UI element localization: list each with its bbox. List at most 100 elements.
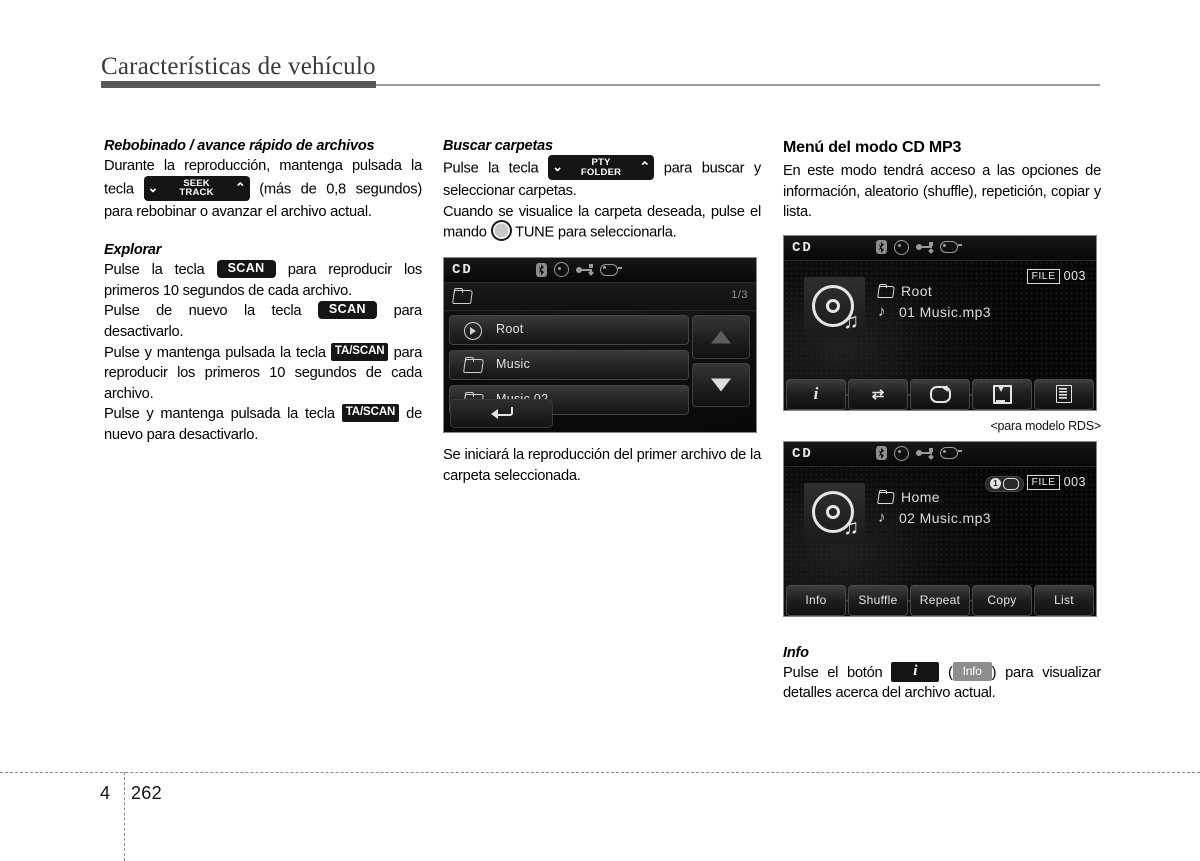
heading-explorar: Explorar: [104, 242, 162, 259]
scan-key[interactable]: SCAN: [216, 260, 276, 279]
folder-icon: [453, 288, 473, 303]
info-soft-key[interactable]: Info: [952, 662, 992, 682]
ta-scan-key[interactable]: TA/SCAN: [330, 342, 389, 361]
repeat-icon: [1003, 477, 1019, 490]
scrollbar[interactable]: [692, 315, 750, 411]
copy-icon: [992, 384, 1012, 404]
folder-line: Home: [878, 489, 991, 505]
paren-open: (: [947, 664, 953, 681]
info-button[interactable]: Info: [786, 584, 846, 616]
copy-button[interactable]: [972, 378, 1032, 410]
repeat-button[interactable]: [910, 378, 970, 410]
pty-key-line2: FOLDER: [580, 166, 622, 178]
shuffle-icon: ⇄: [871, 386, 885, 404]
column-middle: Buscar carpetas Pulse la tecla ⌄ PTY FOL…: [443, 138, 761, 486]
paragraph-menu-intro: En este modo tendrá acceso a las opcione…: [783, 163, 1101, 221]
cd-player-body: FILE 003 ♫ Root ♪ 01 Music.mp3 i ⇄: [784, 260, 1096, 410]
column-right: Menú del modo CD MP3 En este modo tendrá…: [783, 138, 1101, 704]
folder-name: Root: [901, 282, 933, 299]
paragraph-scan-2: Pulse de nuevo la tecla SCAN para desact…: [104, 301, 422, 342]
list-item[interactable]: Root: [449, 315, 689, 346]
cd-player-body: 1 FILE 003 ♫ Home ♪ 02 Music.mp3 Info Sh…: [784, 466, 1096, 616]
screen-status-bar: CD: [784, 441, 1096, 467]
file-badge: FILE 003: [1027, 474, 1086, 490]
list-item-label: Music: [496, 357, 531, 372]
folder-icon: [878, 284, 895, 297]
scroll-up-button[interactable]: [692, 315, 750, 360]
source-label: CD: [792, 445, 813, 462]
heading-info: Info: [783, 644, 809, 661]
album-art: ♫: [804, 482, 865, 544]
aux-icon: [940, 241, 962, 254]
list-icon: [1056, 385, 1072, 404]
pty-folder-key[interactable]: ⌄ PTY FOLDER ⌃: [548, 155, 655, 180]
heading-buscar-carpetas: Buscar carpetas: [443, 138, 553, 154]
file-badge-number: 003: [1063, 269, 1086, 284]
info-hard-key[interactable]: i: [891, 661, 940, 682]
status-icon-group: [876, 445, 962, 461]
paragraph-info: Pulse el botón i (Info) para visualizar …: [783, 661, 1101, 704]
track-metadata: Home ♪ 02 Music.mp3: [878, 489, 991, 531]
folder-icon: [878, 490, 895, 503]
shuffle-button-label: Shuffle: [858, 593, 898, 608]
screenshot-caption: <para modelo RDS>: [990, 418, 1101, 433]
file-badge-label: FILE: [1027, 474, 1060, 490]
paragraph-tascan-1: Pulse y mantenga pulsada la tecla TA/SCA…: [104, 342, 422, 405]
scroll-down-button[interactable]: [692, 363, 750, 408]
scan-key[interactable]: SCAN: [317, 301, 377, 320]
usb-icon: [916, 241, 933, 253]
paren-close: ): [991, 664, 997, 681]
down-arrow-icon: [711, 378, 731, 392]
footer-vertical-divider: [124, 772, 125, 861]
footer-page-number: 262: [131, 783, 162, 803]
paragraph-tune-knob: Cuando se visualice la carpeta deseada, …: [443, 202, 761, 244]
tascan1-text-a: Pulse y mantenga pulsada la tecla: [104, 344, 326, 361]
list-button[interactable]: [1034, 378, 1094, 410]
music-note-icon: ♪: [878, 303, 886, 321]
track-name: 01 Music.mp3: [899, 303, 991, 320]
copy-button-label: Copy: [987, 593, 1017, 608]
list-button[interactable]: List: [1034, 584, 1094, 616]
tune-knob-icon[interactable]: [490, 220, 512, 242]
list-item[interactable]: Music: [449, 350, 689, 381]
folder-line: Root: [878, 283, 991, 299]
album-art: ♫: [804, 276, 865, 338]
source-label: CD: [452, 262, 473, 279]
disc-icon: [894, 239, 909, 255]
file-badge-label: FILE: [1027, 268, 1060, 284]
shuffle-button[interactable]: ⇄: [848, 378, 908, 410]
seek-track-key[interactable]: ⌄ SEEK TRACK ⌃: [143, 175, 250, 201]
bluetooth-icon: [536, 262, 547, 277]
tune-text-b: para seleccionarla.: [557, 224, 677, 241]
repeat-button[interactable]: Repeat: [910, 584, 970, 616]
disc-icon: [554, 262, 569, 278]
ta-scan-key[interactable]: TA/SCAN: [341, 404, 400, 423]
folder-browser-screenshot: CD 1/3 Root Music: [443, 257, 757, 434]
info-button-label: Info: [805, 593, 827, 608]
back-button[interactable]: [450, 399, 553, 429]
copy-button[interactable]: Copy: [972, 584, 1032, 616]
footer-chapter-number: 4: [100, 783, 111, 803]
info-button[interactable]: i: [786, 378, 846, 410]
cd-player-screenshot-icons: CD FILE 003 ♫ Root ♪ 01 Music.mp3 i ⇄: [783, 234, 1097, 411]
paragraph-folder-key: Pulse la tecla ⌄ PTY FOLDER ⌃ para busca…: [443, 155, 761, 202]
usb-icon: [576, 264, 593, 275]
track-metadata: Root ♪ 01 Music.mp3: [878, 283, 991, 325]
paragraph-tascan-2: Pulse y mantenga pulsada la tecla TA/SCA…: [104, 404, 422, 445]
status-icon-group: [536, 262, 622, 278]
back-arrow-icon: [490, 406, 513, 421]
page-indicator: 1/3: [731, 289, 748, 302]
list-button-label: List: [1054, 593, 1074, 608]
list-item-label: Root: [496, 322, 524, 337]
chevron-down-icon: ⌄: [552, 159, 563, 174]
bluetooth-icon: [876, 446, 887, 461]
bluetooth-icon: [876, 240, 887, 255]
info-text-a: Pulse el botón: [783, 664, 883, 681]
shuffle-button[interactable]: Shuffle: [848, 584, 908, 616]
page-title: Características de vehículo: [101, 53, 376, 80]
